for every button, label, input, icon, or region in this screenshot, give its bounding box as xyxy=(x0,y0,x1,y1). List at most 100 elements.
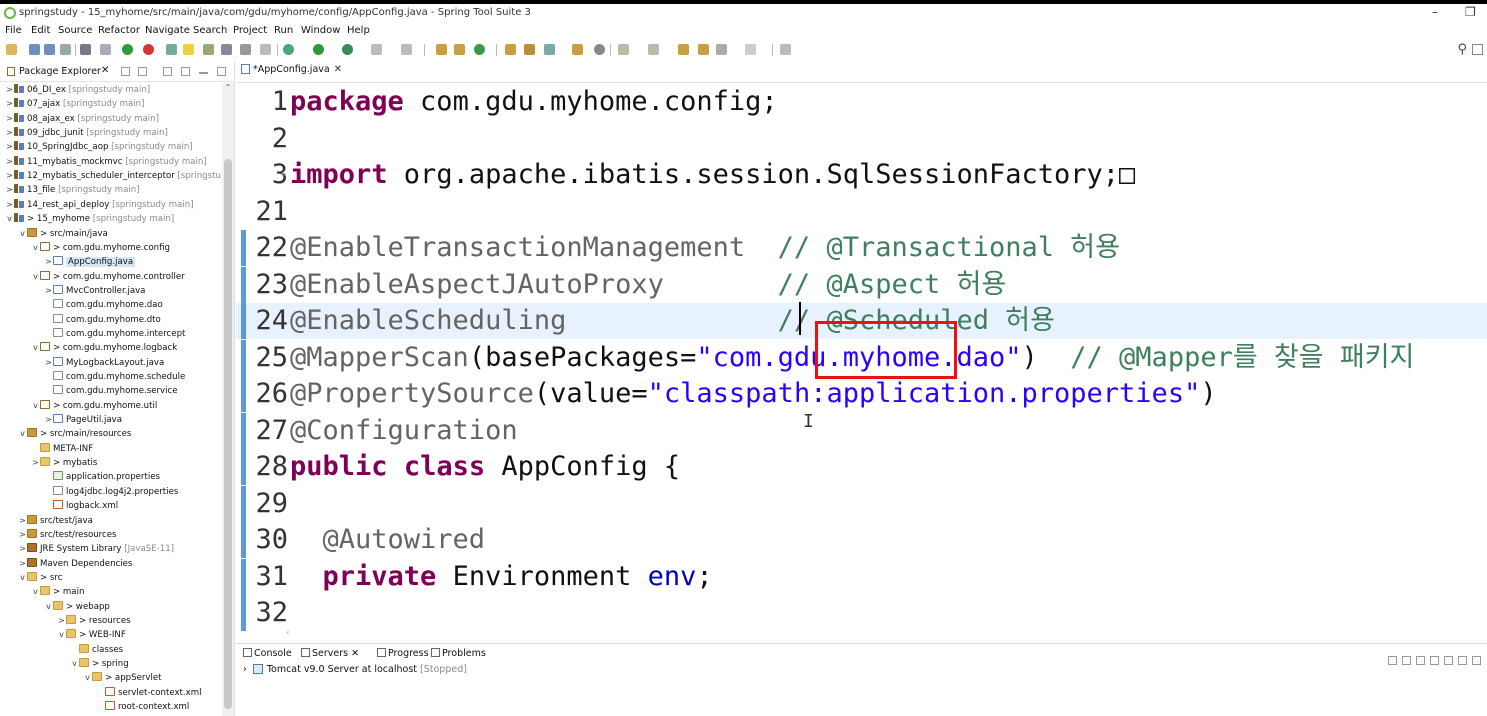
debug-server-icon[interactable] xyxy=(1402,656,1411,665)
tree-item[interactable]: v > spring xyxy=(70,657,129,671)
tree-item[interactable]: >09_jdbc_junit [springstudy main] xyxy=(5,126,168,140)
chevron-right-icon[interactable]: > xyxy=(18,542,27,556)
close-icon[interactable]: ✕ xyxy=(334,64,342,75)
view-menu-icon[interactable] xyxy=(181,67,190,76)
chevron-right-icon[interactable]: > xyxy=(5,112,14,126)
open-type-icon[interactable] xyxy=(505,44,516,55)
save-all-icon[interactable] xyxy=(44,44,55,55)
chevron-down-icon[interactable]: v xyxy=(31,585,40,599)
tree-item[interactable]: > AppConfig.java xyxy=(44,255,136,269)
tree-item[interactable]: com.gdu.myhome.intercept xyxy=(44,327,185,341)
tree-item[interactable]: logback.xml xyxy=(44,499,118,513)
tree-item[interactable]: v > main xyxy=(31,585,84,599)
tree-item[interactable]: v > WEB-INF xyxy=(57,628,126,642)
globe-icon[interactable] xyxy=(594,44,605,55)
search-icon[interactable]: ⚲ xyxy=(1457,42,1467,57)
chevron-right-icon[interactable]: > xyxy=(44,284,53,298)
whitespace-icon[interactable] xyxy=(240,44,251,55)
run-icon[interactable] xyxy=(313,44,324,55)
package-explorer-tab[interactable]: Package Explorer xyxy=(19,66,101,77)
tree-item[interactable]: log4jdbc.log4j2.properties xyxy=(44,485,178,499)
tab-progress[interactable]: Progress xyxy=(377,648,429,662)
server-row[interactable]: › Tomcat v9.0 Server at localhost [Stoppe… xyxy=(243,664,467,675)
pin-icon[interactable] xyxy=(166,44,177,55)
close-icon[interactable]: ✕ xyxy=(351,648,359,659)
minimize-button[interactable]: – xyxy=(1432,5,1438,19)
tree-item[interactable]: > MvcController.java xyxy=(44,284,145,298)
tree-item[interactable]: v > com.gdu.myhome.logback xyxy=(31,341,177,355)
tree-item[interactable]: > Maven Dependencies xyxy=(18,557,132,571)
tree-item[interactable]: >13_file [springstudy main] xyxy=(5,183,140,197)
tree-item[interactable]: v > webapp xyxy=(44,600,110,614)
chevron-down-icon[interactable]: v xyxy=(31,270,40,284)
chevron-down-icon[interactable]: v xyxy=(70,657,79,671)
tree-item[interactable]: > src/test/java xyxy=(18,514,93,528)
chevron-right-icon[interactable]: > xyxy=(44,413,53,427)
tree-item[interactable]: com.gdu.myhome.dto xyxy=(44,313,161,327)
new-icon[interactable] xyxy=(6,44,17,55)
tree-item[interactable]: >06_DI_ex [springstudy main] xyxy=(5,83,150,97)
code-line[interactable]: 32 xyxy=(236,595,1487,631)
tree-item[interactable]: root-context.xml xyxy=(96,700,189,714)
search-toolbar-icon[interactable] xyxy=(544,44,555,55)
new-java-project-icon[interactable] xyxy=(436,44,447,55)
start-server-icon[interactable] xyxy=(1416,656,1425,665)
tab-problems[interactable]: Problems xyxy=(431,648,486,662)
tree-item[interactable]: com.gdu.myhome.dao xyxy=(44,298,163,312)
chevron-down-icon[interactable]: v xyxy=(31,241,40,255)
save-icon[interactable] xyxy=(29,44,40,55)
maximize-view-icon[interactable] xyxy=(217,67,226,76)
tree-item[interactable]: v > src/main/java xyxy=(18,227,108,241)
tree-item[interactable]: >08_ajax_ex [springstudy main] xyxy=(5,112,159,126)
link-with-editor-icon[interactable] xyxy=(138,67,147,76)
code-line[interactable]: 26 @PropertySource(value="classpath:appli… xyxy=(236,376,1487,412)
chevron-right-icon[interactable]: > xyxy=(5,169,14,183)
chevron-right-icon[interactable]: > xyxy=(5,155,14,169)
forward-icon[interactable] xyxy=(745,44,756,55)
chevron-right-icon[interactable]: > xyxy=(5,97,14,111)
tree-item[interactable]: v > src xyxy=(18,571,62,585)
tree-item[interactable]: v > 15_myhome [springstudy main] xyxy=(5,212,174,226)
code-line[interactable]: 2 xyxy=(236,121,1487,157)
expand-icon[interactable]: › xyxy=(243,664,247,675)
code-line[interactable]: 27 @Configuration xyxy=(236,412,1487,449)
code-line[interactable]: 29 xyxy=(236,485,1487,522)
back-history-icon[interactable] xyxy=(698,44,709,55)
chevron-right-icon[interactable]: > xyxy=(5,198,14,212)
chevron-down-icon[interactable]: v xyxy=(18,571,27,585)
back-icon[interactable] xyxy=(716,44,727,55)
chevron-right-icon[interactable]: > xyxy=(5,126,14,140)
tree-item[interactable]: classes xyxy=(70,643,123,657)
tree-item[interactable]: > MyLogbackLayout.java xyxy=(44,356,164,370)
chevron-down-icon[interactable]: v xyxy=(83,671,92,685)
tree-item[interactable]: v > com.gdu.myhome.util xyxy=(31,399,157,413)
menu-navigate[interactable]: Navigate xyxy=(145,25,190,36)
tab-console[interactable]: Console xyxy=(243,648,292,662)
chevron-right-icon[interactable]: > xyxy=(5,140,14,154)
new-server-icon[interactable] xyxy=(1388,656,1397,665)
external-tools-icon[interactable] xyxy=(371,44,382,55)
menu-source[interactable]: Source xyxy=(58,25,92,36)
previous-annotation-icon[interactable] xyxy=(648,44,659,55)
tab-servers[interactable]: Servers ✕ xyxy=(301,648,359,662)
restore-button[interactable]: ❐ xyxy=(1465,5,1476,19)
tree-item[interactable]: > > mybatis xyxy=(31,456,97,470)
chevron-right-icon[interactable]: > xyxy=(18,557,27,571)
tree-item[interactable]: com.gdu.myhome.schedule xyxy=(44,370,185,384)
block-select-icon[interactable] xyxy=(221,44,232,55)
tree-item[interactable]: >10_SpringJdbc_aop [springstudy main] xyxy=(5,140,193,154)
scroll-left-icon[interactable]: ‹ xyxy=(286,628,290,638)
chevron-right-icon[interactable]: > xyxy=(44,255,53,269)
code-line[interactable]: 3 + import org.apache.ibatis.session.SqlSe… xyxy=(236,157,1487,193)
menu-file[interactable]: File xyxy=(5,25,22,36)
menu-help[interactable]: Help xyxy=(347,25,370,36)
tree-item[interactable]: com.gdu.myhome.service xyxy=(44,384,178,398)
fold-collapse-icon[interactable]: - xyxy=(280,522,286,558)
toggle-icon[interactable] xyxy=(203,44,214,55)
perspective-icon[interactable] xyxy=(1472,44,1483,55)
tree-scroll-thumb[interactable] xyxy=(224,159,232,709)
menu-search[interactable]: Search xyxy=(193,25,227,36)
publish-icon[interactable] xyxy=(1458,656,1467,665)
highlight-icon[interactable] xyxy=(183,44,194,55)
fold-expand-icon[interactable]: + xyxy=(280,157,286,193)
